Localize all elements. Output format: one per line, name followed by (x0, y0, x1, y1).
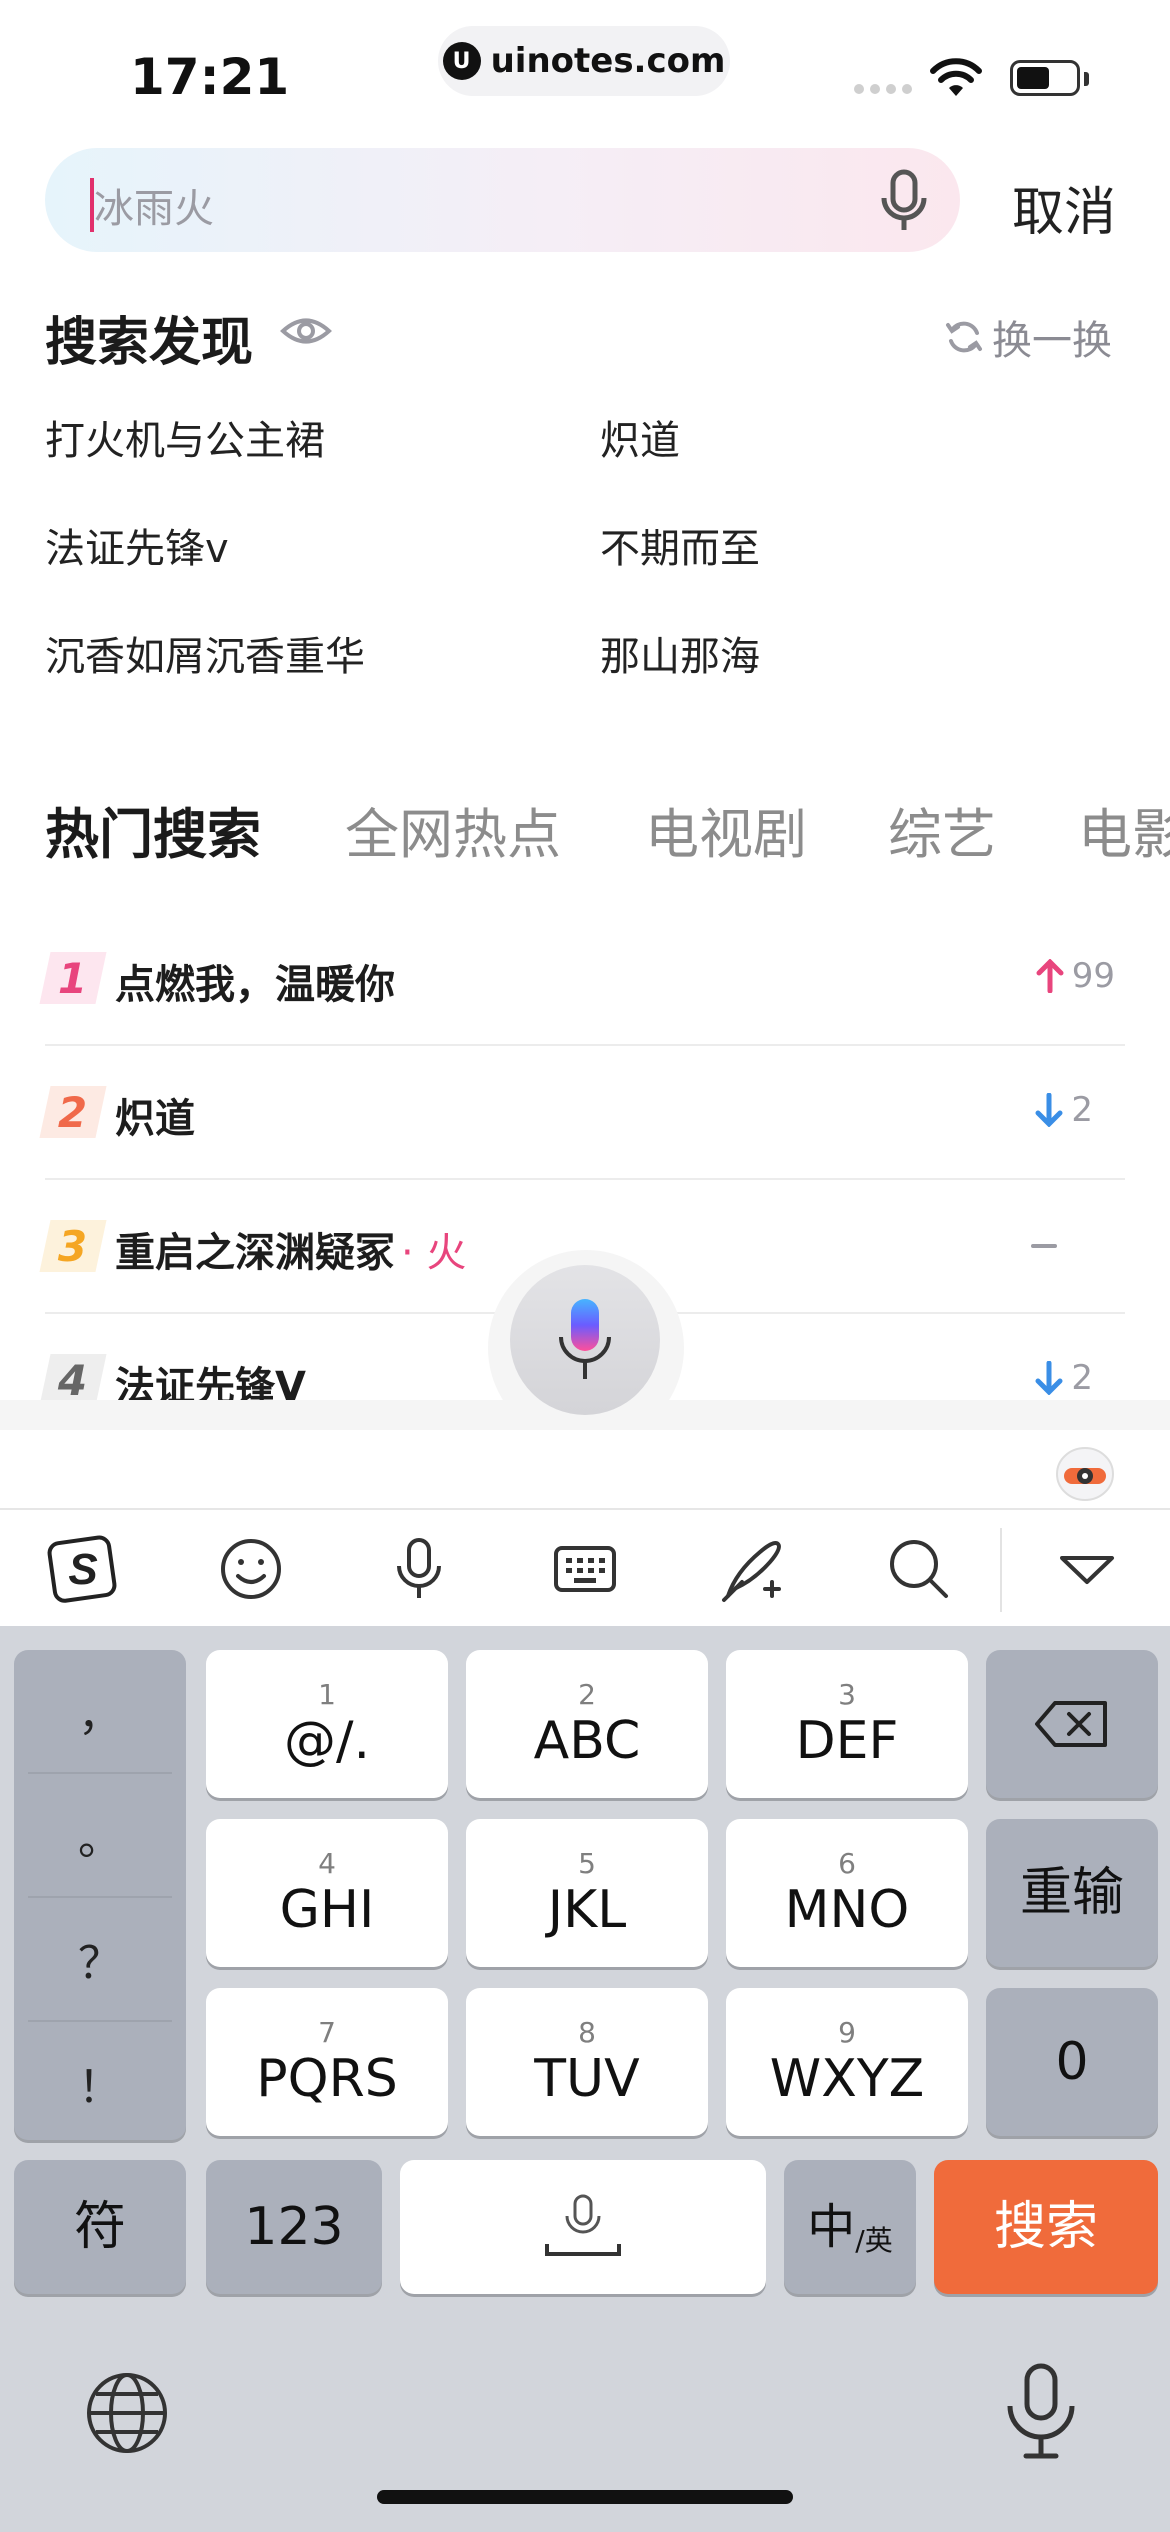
refresh-button[interactable]: 换一换 (944, 308, 1112, 366)
hot-title: 点燃我，温暖你 (115, 962, 395, 1008)
cancel-button[interactable]: 取消 (1012, 170, 1116, 245)
toolbar-divider (1000, 1528, 1002, 1612)
hot-list-row[interactable]: 2 炽道 2 (39, 1046, 1125, 1180)
discover-title: 搜索发现 (45, 313, 254, 373)
key-1[interactable]: 1 @/. (206, 1650, 448, 1798)
discover-item[interactable]: 沉香如屑沉香重华 (45, 624, 365, 682)
handwriting-icon[interactable] (716, 1532, 790, 1606)
tab-web-hot[interactable]: 全网热点 (345, 790, 561, 869)
key-9[interactable]: 9 WXYZ (726, 1988, 968, 2136)
key-7[interactable]: 7 PQRS (206, 1988, 448, 2136)
rank-badge: 3 (39, 1220, 107, 1272)
hot-title: 重启之深渊疑冢 · 火 (115, 1230, 467, 1276)
rank-badge: 4 (39, 1354, 107, 1406)
trend-flat-icon (1031, 1244, 1057, 1248)
symbols-key[interactable]: 符 (14, 2160, 186, 2294)
emoji-icon[interactable] (214, 1532, 288, 1606)
wifi-icon (930, 58, 982, 96)
hot-tag: · 火 (401, 1230, 467, 1276)
collapse-keyboard-icon[interactable] (1050, 1532, 1124, 1606)
cellular-signal-icon (854, 84, 912, 94)
globe-icon[interactable] (82, 2368, 172, 2458)
search-key[interactable]: 搜索 (934, 2160, 1158, 2294)
trend-indicator: 99 (1036, 956, 1115, 996)
search-placeholder: 冰雨火 (94, 186, 214, 232)
punct-exclaim-key[interactable]: ！ (14, 2022, 186, 2144)
key-2[interactable]: 2 ABC (466, 1650, 708, 1798)
trend-indicator: 2 (1035, 1358, 1093, 1398)
key-4[interactable]: 4 GHI (206, 1819, 448, 1967)
discover-item[interactable]: 法证先锋ⅴ (45, 516, 229, 574)
refresh-label: 换一换 (992, 318, 1112, 364)
search-icon[interactable] (882, 1532, 956, 1606)
key-5[interactable]: 5 JKL (466, 1819, 708, 1967)
space-key[interactable] (400, 2160, 766, 2294)
punct-question-key[interactable]: ？ (14, 1898, 186, 2020)
sogou-logo-icon[interactable]: S (46, 1532, 120, 1606)
tab-movie[interactable]: 电影 (1078, 790, 1170, 869)
candidate-bar (0, 1430, 1170, 1510)
tab-variety[interactable]: 综艺 (888, 790, 996, 869)
space-mic-icon (545, 2194, 621, 2256)
rank-badge: 2 (39, 1086, 107, 1138)
lang-sub-label: /英 (855, 2224, 893, 2257)
tab-tv[interactable]: 电视剧 (645, 790, 807, 869)
punctuation-column: ， 。 ？ ！ (14, 1650, 186, 2140)
eye-icon[interactable] (280, 310, 332, 352)
numbers-key[interactable]: 123 (206, 2160, 382, 2294)
keyboard-icon[interactable] (548, 1532, 622, 1606)
battery-icon (1010, 60, 1080, 96)
retype-key[interactable]: 重输 (986, 1819, 1158, 1967)
home-indicator[interactable] (377, 2490, 793, 2504)
hot-title: 炽道 (115, 1096, 195, 1142)
arrow-down-icon (1035, 1093, 1063, 1127)
status-time: 17:21 (130, 48, 290, 106)
url-pill[interactable]: U uinotes.com (438, 26, 730, 96)
backspace-key[interactable] (986, 1650, 1158, 1798)
dictation-mic-icon[interactable] (1000, 2362, 1082, 2462)
refresh-icon (946, 321, 982, 353)
language-switch-key[interactable]: 中 /英 (784, 2160, 916, 2294)
punct-period-key[interactable]: 。 (14, 1774, 186, 1896)
key-6[interactable]: 6 MNO (726, 1819, 968, 1967)
backspace-icon (1035, 1701, 1107, 1747)
siri-mic-icon (559, 1299, 611, 1379)
trend-indicator: 2 (1035, 1090, 1093, 1130)
key-3[interactable]: 3 DEF (726, 1650, 968, 1798)
url-text: uinotes.com (490, 41, 726, 81)
site-logo-icon: U (442, 42, 481, 80)
voice-search-icon[interactable] (874, 168, 934, 234)
punct-comma-key[interactable]: ， (14, 1650, 186, 1772)
key-0[interactable]: 0 (986, 1988, 1158, 2136)
tab-hot-search[interactable]: 热门搜索 (45, 790, 261, 869)
key-8[interactable]: 8 TUV (466, 1988, 708, 2136)
rank-badge: 1 (39, 952, 107, 1004)
discover-item[interactable]: 打火机与公主裙 (45, 408, 325, 466)
microphone-icon[interactable] (382, 1532, 456, 1606)
battery-cap (1084, 72, 1089, 86)
hot-list-row[interactable]: 1 点燃我，温暖你 99 (39, 912, 1125, 1046)
arrow-up-icon (1036, 959, 1064, 993)
discover-item[interactable]: 那山那海 (600, 624, 760, 682)
voice-input-button[interactable] (510, 1265, 660, 1415)
discover-item[interactable]: 炽道 (600, 408, 680, 466)
svg-text:S: S (68, 1545, 97, 1594)
discover-item[interactable]: 不期而至 (600, 516, 760, 574)
mascot-icon[interactable] (1052, 1440, 1118, 1502)
arrow-down-icon (1035, 1361, 1063, 1395)
